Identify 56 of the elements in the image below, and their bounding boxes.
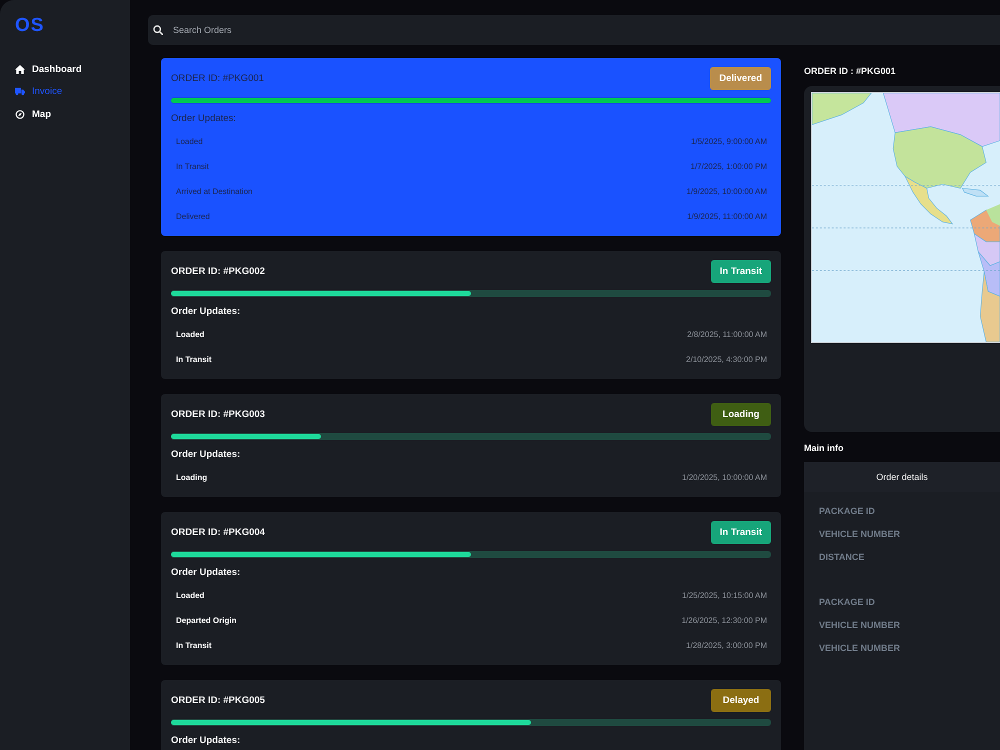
updates-heading: Order Updates:: [171, 734, 240, 748]
nav-item[interactable]: Dashboard: [15, 58, 82, 80]
update-time: 1/9/2025, 10:00:00 AM: [686, 187, 767, 196]
field-label: VEHICLE NUMBER: [819, 528, 900, 541]
detail-title: ORDER ID : #PKG001: [804, 65, 896, 77]
update-event: Delivered: [176, 212, 210, 221]
search-icon: [153, 25, 163, 35]
update-event: Loaded: [176, 591, 204, 600]
field-label: PACKAGE ID: [819, 596, 875, 609]
field-label: VEHICLE NUMBER: [819, 642, 900, 655]
logo: OS: [15, 16, 44, 36]
status-badge: In Transit: [710, 260, 771, 283]
order-id: ORDER ID: #PKG005: [171, 695, 265, 706]
status-badge: Loading: [711, 403, 771, 426]
order-card[interactable]: ORDER ID: #PKG004 In Transit Order Updates: Loaded 1/25/2025, 10:15:00 AM Departed Origin 1/26/2025, 12:30:00 PM In Transit 1/28/2025, 3:00:00 PM: [161, 512, 781, 665]
status-badge: Delayed: [711, 689, 771, 712]
update-time: 1/7/2025, 1:00:00 PM: [690, 162, 767, 171]
update-time: 1/5/2025, 9:00:00 AM: [690, 137, 767, 146]
status-badge: Delivered: [710, 67, 771, 90]
update-event: In Transit: [176, 162, 209, 171]
update-time: 2/8/2025, 11:00:00 AM: [687, 330, 767, 339]
order-id: ORDER ID: #PKG001: [171, 73, 264, 84]
section-title: Main info: [804, 442, 844, 454]
update-event: Loading: [176, 473, 208, 482]
field-label: VEHICLE NUMBER: [819, 619, 900, 632]
order-id: ORDER ID: #PKG003: [171, 409, 265, 420]
update-event: Arrived at Destination: [176, 187, 252, 196]
field-label: PACKAGE ID: [819, 505, 875, 518]
truck-icon: [15, 87, 25, 96]
update-event: Departed Origin: [176, 616, 236, 625]
search-field[interactable]: Search Orders: [148, 15, 1000, 45]
updates-heading: Order Updates:: [171, 112, 236, 126]
update-event: In Transit: [176, 641, 212, 650]
order-id: ORDER ID: #PKG004: [171, 527, 265, 538]
field-label: DISTANCE: [819, 551, 864, 564]
home-icon: [15, 64, 25, 74]
update-time: 1/26/2025, 12:30:00 PM: [682, 616, 767, 625]
update-time: 1/28/2025, 3:00:00 PM: [686, 641, 767, 650]
update-event: Loaded: [176, 330, 204, 339]
update-time: 2/10/2025, 4:30:00 PM: [686, 355, 767, 364]
order-card[interactable]: ORDER ID: #PKG005 Delayed Order Updates:: [161, 680, 781, 750]
order-id: ORDER ID: #PKG002: [171, 266, 265, 277]
card-title: Order details: [804, 462, 1000, 492]
updates-heading: Order Updates:: [171, 305, 240, 319]
compass-icon: [15, 110, 25, 119]
order-card[interactable]: ORDER ID: #PKG003 Loading Order Updates: Loading 1/20/2025, 10:00:00 AM: [161, 394, 781, 497]
nav-item[interactable]: Map: [15, 103, 51, 126]
status-badge: In Transit: [710, 521, 771, 544]
update-event: Loaded: [176, 137, 203, 146]
updates-heading: Order Updates:: [171, 448, 240, 462]
updates-heading: Order Updates:: [171, 566, 240, 580]
update-time: 1/25/2025, 10:15:00 AM: [682, 591, 767, 600]
order-card[interactable]: ORDER ID: #PKG002 In Transit Order Updates: Loaded 2/8/2025, 11:00:00 AM In Transit 2/10/2025, 4:30:00 PM: [161, 251, 781, 379]
update-event: In Transit: [176, 355, 212, 364]
update-time: 1/9/2025, 11:00:00 AM: [687, 212, 767, 221]
update-time: 1/20/2025, 10:00:00 AM: [682, 473, 767, 482]
